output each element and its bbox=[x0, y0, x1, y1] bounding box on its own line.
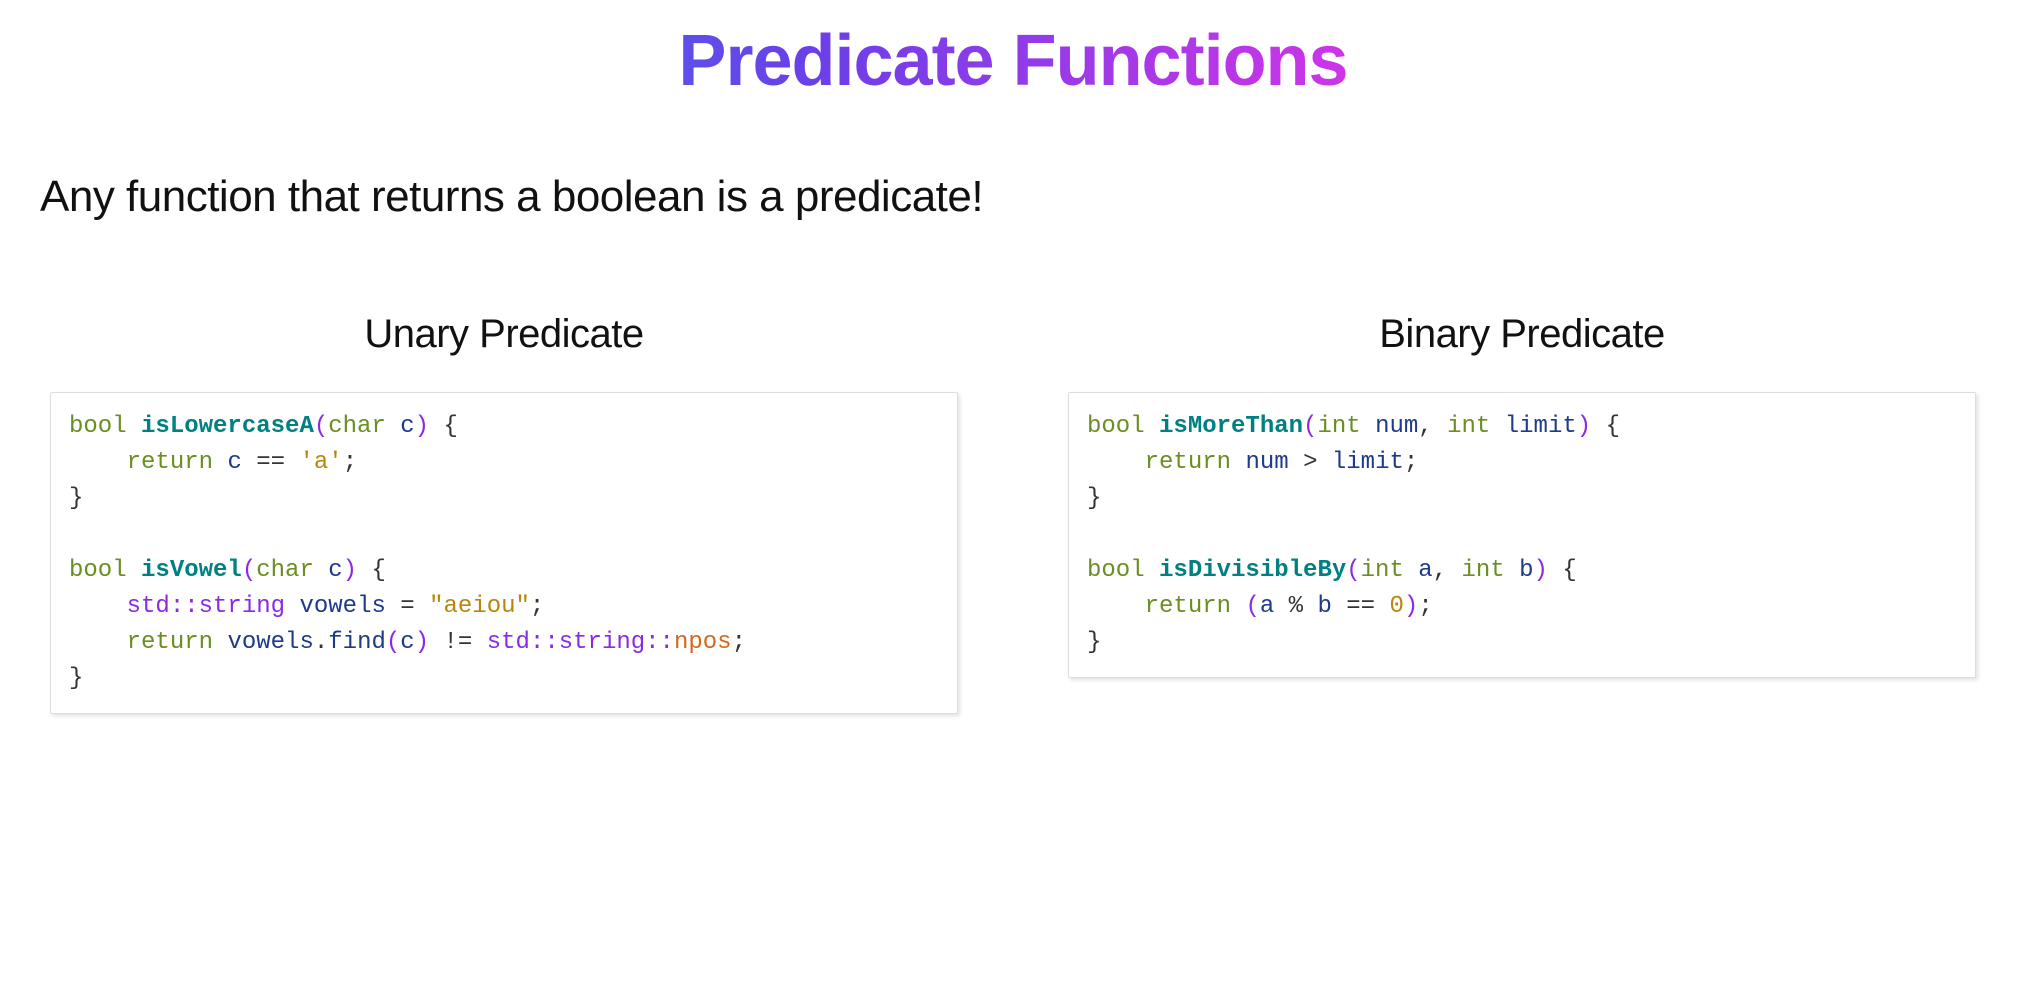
unary-column: Unary Predicate bool isLowercaseA(char c… bbox=[50, 312, 958, 714]
binary-code-block: bool isMoreThan(int num, int limit) { re… bbox=[1068, 392, 1976, 678]
code-columns: Unary Predicate bool isLowercaseA(char c… bbox=[40, 312, 1986, 714]
binary-column: Binary Predicate bool isMoreThan(int num… bbox=[1068, 312, 1976, 714]
unary-heading: Unary Predicate bbox=[50, 312, 958, 357]
unary-code-block: bool isLowercaseA(char c) { return c == … bbox=[50, 392, 958, 714]
binary-heading: Binary Predicate bbox=[1068, 312, 1976, 357]
subtitle-text: Any function that returns a boolean is a… bbox=[40, 172, 1986, 222]
page-title: Predicate Functions bbox=[40, 20, 1986, 102]
